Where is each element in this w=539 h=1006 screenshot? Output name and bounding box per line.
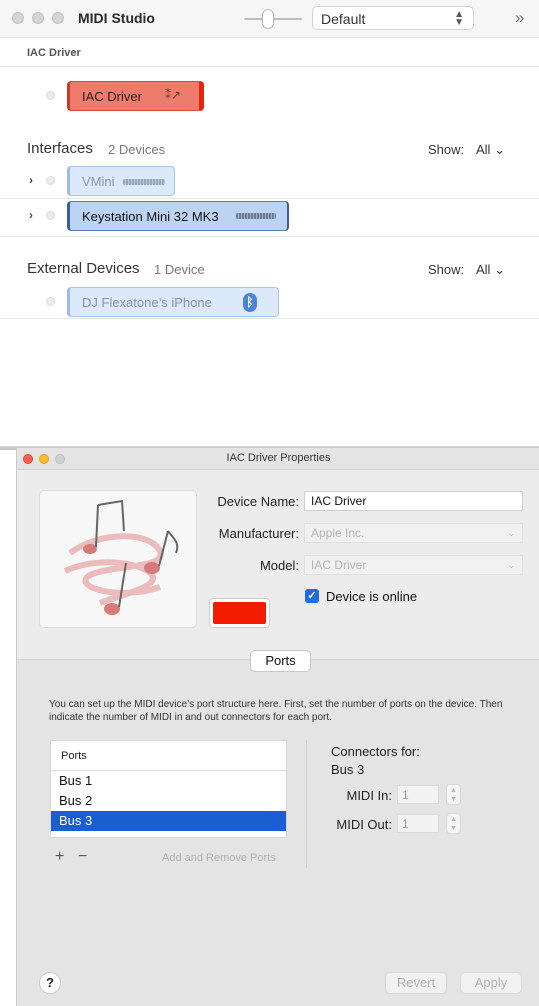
configuration-value: Default: [321, 11, 366, 27]
external-devices-count: 1 Device: [154, 262, 205, 277]
divider: [0, 236, 539, 237]
zoom-window-button[interactable]: [52, 12, 64, 24]
apply-button[interactable]: Apply: [460, 972, 522, 994]
show-label: Show:: [428, 262, 465, 277]
midi-in-label: MIDI In:: [346, 788, 392, 803]
vmini-device[interactable]: VMini: [67, 166, 175, 196]
device-info-panel: Device Name: IAC Driver Manufacturer: Ap…: [17, 470, 539, 660]
divider: [0, 66, 539, 67]
tab-ports[interactable]: Ports: [250, 650, 311, 672]
iac-section-label: IAC Driver: [27, 47, 81, 59]
device-label: IAC Driver: [82, 89, 142, 104]
ports-table[interactable]: Ports Bus 1 Bus 2 Bus 3: [50, 740, 287, 838]
bluetooth-icon: ᛒ: [243, 293, 257, 312]
model-label: Model:: [259, 558, 299, 573]
color-fill: [213, 602, 266, 624]
chevron-down-icon: ⌄: [507, 528, 516, 538]
device-label: DJ Flexatone’s iPhone: [82, 295, 212, 310]
more-toolbar-icon[interactable]: »: [515, 8, 524, 28]
keystation-device[interactable]: Keystation Mini 32 MK3: [67, 201, 289, 231]
music-notes-icon: [63, 499, 179, 615]
add-remove-ports-label: Add and Remove Ports: [162, 852, 276, 864]
revert-button[interactable]: Revert: [385, 972, 447, 994]
midi-out-label: MIDI Out:: [336, 817, 392, 832]
properties-title: IAC Driver Properties: [226, 452, 331, 464]
remove-port-icon[interactable]: −: [78, 848, 87, 866]
help-button[interactable]: ?: [39, 972, 61, 994]
device-name-label: Device Name:: [217, 494, 299, 509]
midi-out-field[interactable]: 1: [397, 814, 439, 833]
device-icon-well[interactable]: [39, 490, 197, 628]
ports-header: Ports: [51, 741, 286, 771]
table-row-selected[interactable]: Bus 3: [51, 811, 286, 831]
chevron-right-icon[interactable]: ›: [29, 173, 33, 187]
divider: [0, 198, 539, 199]
manufacturer-field[interactable]: Apple Inc. ⌄: [304, 523, 523, 543]
close-window-button[interactable]: [12, 12, 24, 24]
iac-driver-device[interactable]: IAC Driver ⁑↗: [67, 81, 204, 111]
external-show-filter[interactable]: All ⌄: [476, 262, 505, 278]
show-value: All: [476, 262, 491, 277]
manufacturer-placeholder: Apple Inc.: [311, 526, 365, 540]
connectors-for-label: Connectors for:: [331, 744, 420, 759]
keystation-select-dot[interactable]: [46, 211, 55, 220]
device-label: VMini: [82, 174, 115, 189]
connectors-for-value: Bus 3: [331, 762, 365, 777]
show-label: Show:: [428, 142, 465, 157]
device-online-label: Device is online: [326, 589, 418, 604]
iac-properties-window: IAC Driver Properties Device Name: IAC D…: [16, 448, 539, 1006]
divider: [306, 740, 307, 868]
chevron-down-icon: ⌄: [494, 142, 505, 157]
device-label: Keystation Mini 32 MK3: [82, 209, 219, 224]
table-row[interactable]: Bus 1: [51, 771, 286, 791]
show-value: All: [476, 142, 491, 157]
configuration-select[interactable]: Default ▲ ▼: [312, 6, 474, 30]
add-port-icon[interactable]: +: [55, 848, 64, 866]
iphone-select-dot[interactable]: [46, 297, 55, 306]
minimize-window-button[interactable]: [32, 12, 44, 24]
model-field[interactable]: IAC Driver ⌄: [304, 555, 523, 575]
midi-in-stepper[interactable]: ▲ ▼: [446, 784, 461, 805]
midi-ports-icon: ⁑↗: [165, 88, 182, 102]
device-name-field[interactable]: IAC Driver: [304, 491, 523, 511]
chevron-down-icon: ⌄: [494, 262, 505, 277]
model-placeholder: IAC Driver: [311, 558, 367, 572]
studio-toolbar: MIDI Studio Default ▲ ▼ »: [0, 0, 539, 38]
midi-in-field[interactable]: 1: [397, 785, 439, 804]
iac-select-dot[interactable]: [46, 91, 55, 100]
manufacturer-label: Manufacturer:: [218, 526, 299, 541]
interfaces-count: 2 Devices: [108, 142, 166, 157]
chevron-down-icon: ⌄: [507, 560, 516, 570]
device-online-checkbox[interactable]: ✓: [305, 589, 319, 603]
midi-studio-window: MIDI Studio Default ▲ ▼ » IAC Driver IAC …: [0, 0, 539, 450]
ports-description: You can set up the MIDI device’s port st…: [49, 699, 503, 723]
icon-size-slider-knob[interactable]: [262, 9, 274, 29]
chevron-right-icon[interactable]: ›: [29, 208, 33, 222]
updown-chevron-icon: ▲ ▼: [454, 9, 464, 28]
interfaces-show-filter[interactable]: All ⌄: [476, 142, 505, 158]
table-row[interactable]: Bus 2: [51, 791, 286, 811]
midi-out-stepper[interactable]: ▲ ▼: [446, 813, 461, 834]
port-indicator: [236, 213, 276, 219]
iphone-device[interactable]: DJ Flexatone’s iPhone ᛒ: [67, 287, 279, 317]
device-color-well[interactable]: [209, 598, 270, 628]
window-title: MIDI Studio: [78, 10, 155, 26]
divider: [0, 318, 539, 319]
interfaces-title: Interfaces: [27, 140, 93, 157]
properties-titlebar: IAC Driver Properties: [17, 448, 539, 470]
external-devices-title: External Devices: [27, 260, 140, 277]
vmini-select-dot[interactable]: [46, 176, 55, 185]
port-indicator: [123, 179, 165, 185]
